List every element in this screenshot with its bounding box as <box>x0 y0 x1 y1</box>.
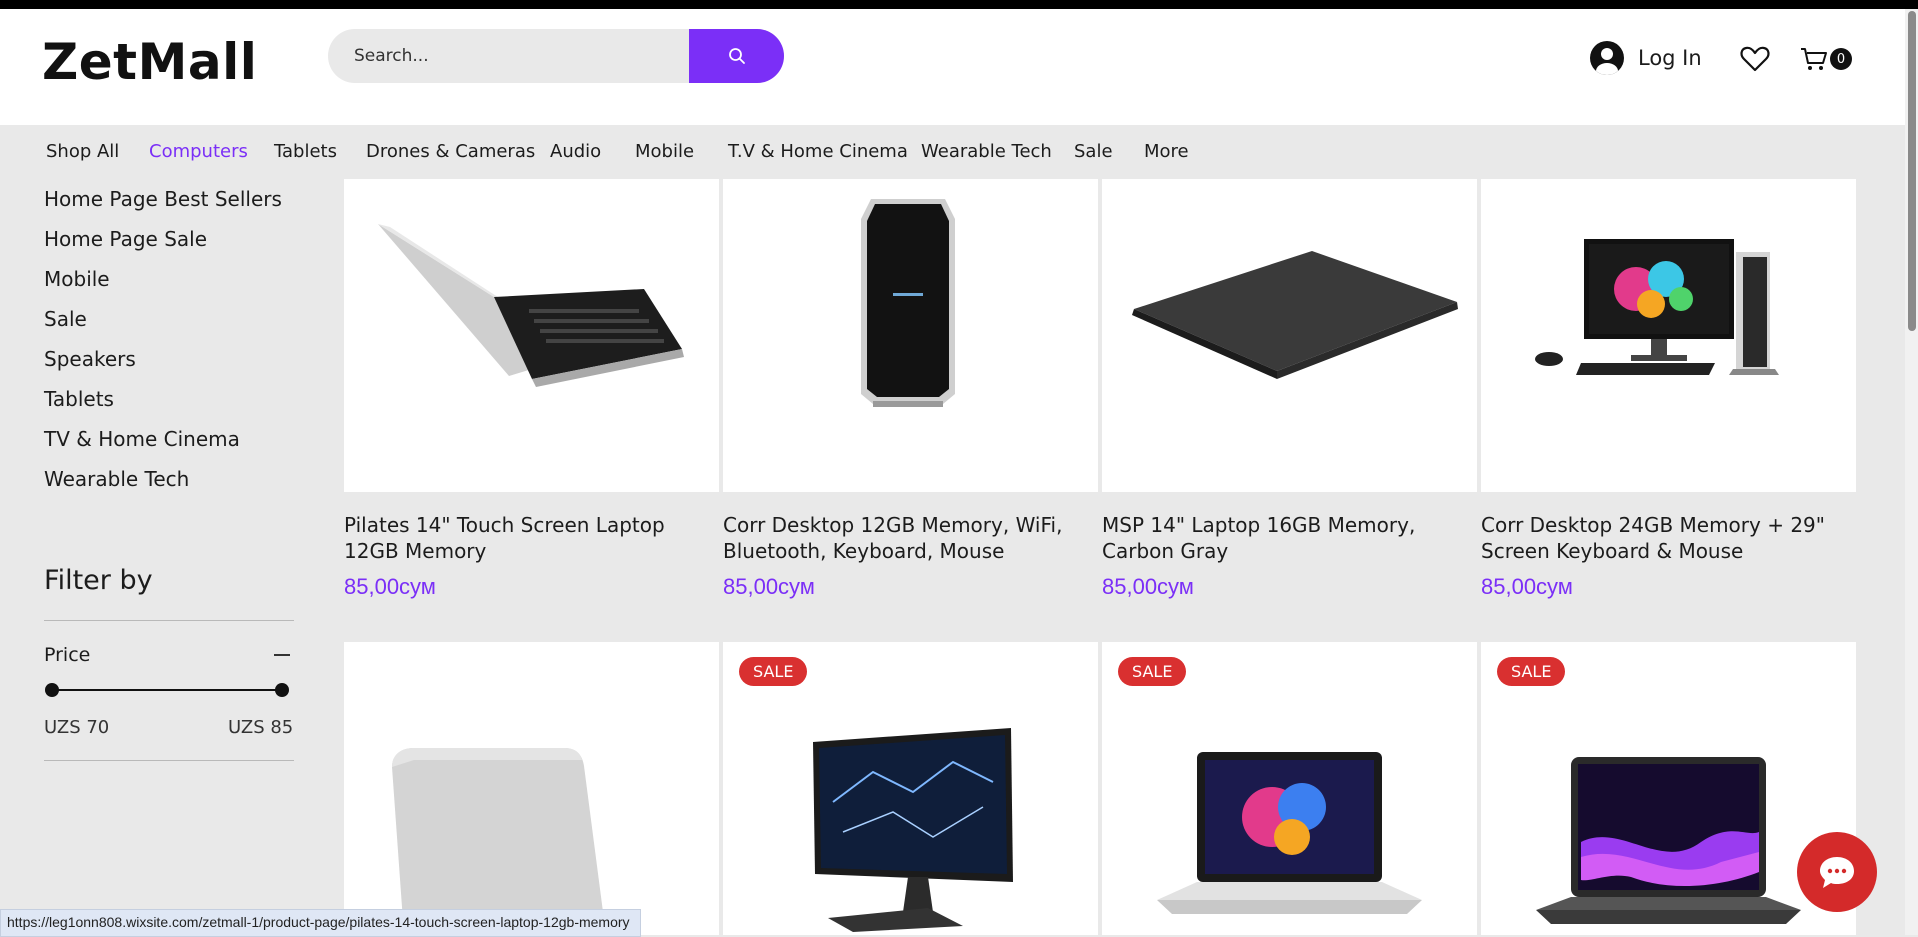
sale-badge: SALE <box>739 657 808 686</box>
nav-item-shop-all[interactable]: Shop All <box>46 141 119 162</box>
price-min-value: UZS 70 <box>44 717 110 738</box>
product-title[interactable]: Pilates 14" Touch Screen Laptop 12GB Mem… <box>344 512 719 564</box>
product-card[interactable]: SALE <box>1481 642 1856 935</box>
product-price: 85,00сум <box>1481 574 1573 599</box>
product-card[interactable] <box>723 179 1098 492</box>
price-slider-max-handle[interactable] <box>275 683 289 697</box>
nav-item-tv-home-cinema[interactable]: T.V & Home Cinema <box>728 141 908 162</box>
search-icon <box>728 48 745 64</box>
laptop-keyboard-icon <box>378 224 684 387</box>
filter-divider-bottom <box>44 760 294 761</box>
product-card[interactable]: SALE <box>1102 642 1477 935</box>
product-title[interactable]: MSP 14" Laptop 16GB Memory, Carbon Gray <box>1102 512 1477 564</box>
search-input[interactable] <box>328 29 710 83</box>
product-price: 85,00сум <box>723 574 815 599</box>
product-card[interactable] <box>1481 179 1856 492</box>
nav-item-wearable-tech[interactable]: Wearable Tech <box>921 141 1052 162</box>
login-button[interactable]: Log In <box>1590 41 1702 75</box>
price-filter-label[interactable]: Price <box>44 644 90 666</box>
cart-icon <box>1801 48 1827 70</box>
nav-item-drones-cameras[interactable]: Drones & Cameras <box>366 141 535 162</box>
wishlist-button[interactable] <box>1740 45 1770 77</box>
nav-item-sale[interactable]: Sale <box>1074 141 1113 162</box>
product-price: 85,00сум <box>344 574 436 599</box>
sale-badge: SALE <box>1497 657 1566 686</box>
chat-button[interactable] <box>1797 832 1877 912</box>
product-price: 85,00сум <box>1102 574 1194 599</box>
site-header: ZetMall Log In 0 <box>0 9 1905 125</box>
cart-count-badge: 0 <box>1830 48 1852 70</box>
price-max-value: UZS 85 <box>228 717 294 738</box>
chat-bubble-icon <box>1820 857 1854 888</box>
product-card[interactable] <box>344 642 719 935</box>
status-bar-url: https://leg1onn808.wixsite.com/zetmall-1… <box>0 909 641 937</box>
scrollbar-thumb[interactable] <box>1908 11 1916 331</box>
nav-item-computers[interactable]: Computers <box>149 141 248 162</box>
sidebar-item-sale[interactable]: Sale <box>44 307 87 331</box>
filter-divider <box>44 620 294 621</box>
product-title[interactable]: Corr Desktop 12GB Memory, WiFi, Bluetoot… <box>723 512 1098 564</box>
sidebar-item-speakers[interactable]: Speakers <box>44 347 136 371</box>
heart-icon <box>1740 46 1770 72</box>
cart-button[interactable]: 0 <box>1800 47 1852 71</box>
sidebar-item-tv-home-cinema[interactable]: TV & Home Cinema <box>44 427 240 451</box>
filter-title: Filter by <box>44 565 153 596</box>
collapse-minus-icon[interactable] <box>274 654 290 656</box>
sidebar-item-wearable-tech[interactable]: Wearable Tech <box>44 467 189 491</box>
product-info: MSP 14" Laptop 16GB Memory, Carbon Gray … <box>1102 512 1477 600</box>
site-logo[interactable]: ZetMall <box>42 33 257 91</box>
nav-item-audio[interactable]: Audio <box>550 141 601 162</box>
product-info: Corr Desktop 24GB Memory + 29" Screen Ke… <box>1481 512 1856 600</box>
top-black-bar <box>0 0 1918 9</box>
search-button[interactable] <box>689 29 784 83</box>
nav-item-tablets[interactable]: Tablets <box>274 141 337 162</box>
sidebar-item-home-page-best-sellers[interactable]: Home Page Best Sellers <box>44 187 282 211</box>
login-label: Log In <box>1638 46 1702 70</box>
nav-item-mobile[interactable]: Mobile <box>635 141 694 162</box>
closed-laptop-icon <box>1132 251 1458 379</box>
sidebar-item-tablets[interactable]: Tablets <box>44 387 114 411</box>
product-card[interactable]: SALE <box>723 642 1098 935</box>
user-avatar-icon <box>1590 41 1624 75</box>
product-info: Corr Desktop 12GB Memory, WiFi, Bluetoot… <box>723 512 1098 600</box>
desktop-set-icon <box>1535 239 1779 375</box>
sidebar-item-home-page-sale[interactable]: Home Page Sale <box>44 227 207 251</box>
product-info: Pilates 14" Touch Screen Laptop 12GB Mem… <box>344 512 719 600</box>
price-slider-track <box>52 689 284 691</box>
price-slider-min-handle[interactable] <box>45 683 59 697</box>
category-nav: Shop All Computers Tablets Drones & Came… <box>0 125 1905 179</box>
product-title[interactable]: Corr Desktop 24GB Memory + 29" Screen Ke… <box>1481 512 1856 564</box>
search-bar <box>328 29 784 83</box>
desktop-tower-icon <box>861 199 955 407</box>
sidebar-item-mobile[interactable]: Mobile <box>44 267 110 291</box>
white-laptop-icon <box>392 748 606 935</box>
nav-item-more[interactable]: More <box>1144 141 1189 162</box>
product-card[interactable] <box>344 179 719 492</box>
sale-badge: SALE <box>1118 657 1187 686</box>
page-scrollbar[interactable] <box>1905 9 1918 935</box>
product-card[interactable] <box>1102 179 1477 492</box>
